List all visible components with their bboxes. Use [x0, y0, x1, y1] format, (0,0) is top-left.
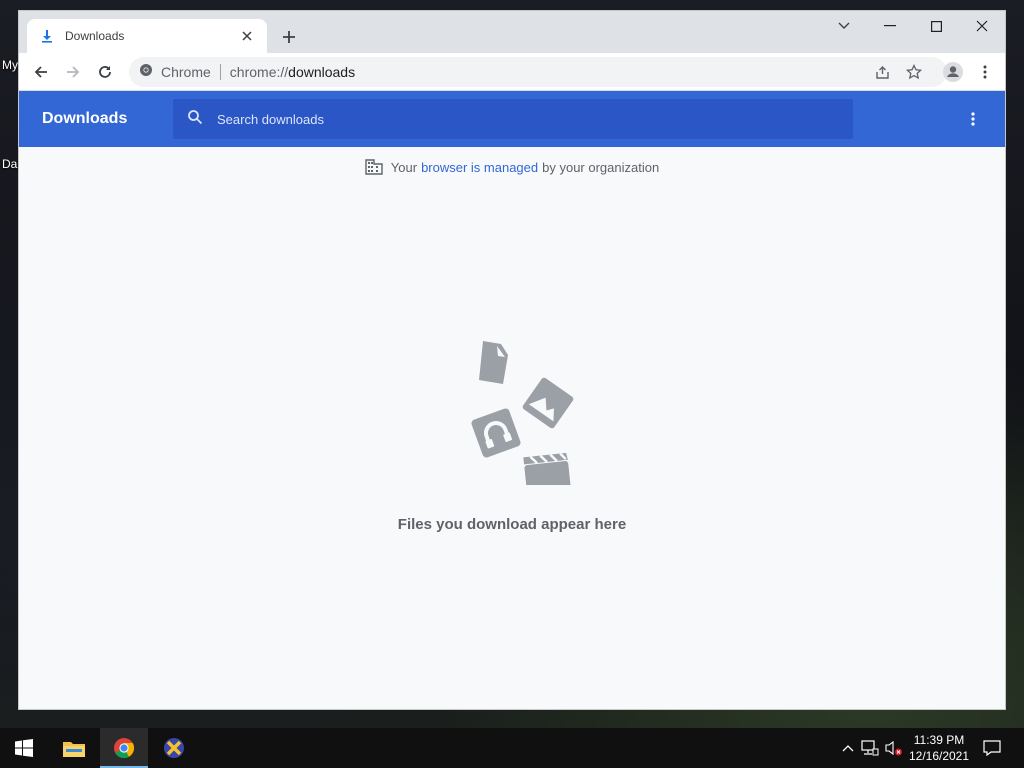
managed-prefix: Your [390, 159, 418, 175]
taskbar-chrome[interactable] [100, 728, 148, 768]
browser-window: Downloads Chrome chrome://downloads Down… [18, 10, 1006, 710]
search-icon [187, 109, 203, 130]
page-title: Downloads [42, 110, 128, 127]
managed-link[interactable]: browser is managed [421, 160, 538, 175]
tab-downloads[interactable]: Downloads [27, 19, 267, 53]
app-icon [164, 738, 184, 758]
building-icon [365, 159, 383, 175]
audio-icon [471, 408, 521, 458]
profile-button[interactable] [939, 58, 967, 86]
close-window-button[interactable] [959, 11, 1005, 41]
chrome-icon [139, 63, 153, 82]
downloads-menu-button[interactable] [961, 107, 985, 131]
bookmark-star-icon[interactable] [901, 59, 927, 85]
back-button[interactable] [27, 58, 55, 86]
title-bar: Downloads [19, 11, 1005, 53]
system-clock[interactable]: 11:39 PM 12/16/2021 [900, 732, 978, 764]
video-icon [523, 452, 571, 485]
reload-button[interactable] [91, 58, 119, 86]
image-icon [522, 377, 574, 429]
clock-date: 12/16/2021 [908, 749, 970, 763]
search-box[interactable] [173, 99, 853, 139]
download-icon [39, 28, 55, 44]
share-icon[interactable] [869, 59, 895, 85]
tab-title: Downloads [65, 29, 125, 43]
minimize-button[interactable] [867, 11, 913, 41]
maximize-button[interactable] [913, 11, 959, 41]
browser-menu-button[interactable] [971, 58, 999, 86]
managed-notice: Your browser is managed by your organiza… [19, 159, 1005, 175]
desktop-icon-label[interactable]: My [2, 58, 18, 72]
clock-time: 11:39 PM [913, 733, 965, 747]
taskbar-app[interactable] [150, 728, 198, 768]
chrome-icon [114, 738, 135, 759]
browser-toolbar: Chrome chrome://downloads [19, 53, 1005, 91]
start-button[interactable] [0, 728, 48, 768]
search-input[interactable] [217, 111, 817, 127]
url-text: chrome://downloads [230, 64, 355, 80]
address-bar[interactable]: Chrome chrome://downloads [129, 57, 947, 87]
tray-chevron-up-icon[interactable] [838, 738, 858, 758]
downloads-header: Downloads [19, 91, 1005, 147]
taskbar: 11:39 PM 12/16/2021 [0, 728, 1024, 768]
separator [219, 64, 221, 80]
empty-message: Files you download appear here [397, 516, 627, 533]
url-path: downloads [288, 64, 356, 80]
folder-icon [63, 742, 85, 757]
document-icon [479, 341, 508, 384]
chevron-down-icon[interactable] [821, 11, 867, 41]
url-scheme: chrome:// [229, 64, 289, 80]
network-icon[interactable] [860, 738, 880, 758]
taskbar-file-explorer[interactable] [50, 728, 98, 768]
notifications-icon[interactable] [982, 738, 1002, 758]
tab-close-icon[interactable] [239, 28, 255, 44]
forward-button[interactable] [59, 58, 87, 86]
new-tab-button[interactable] [277, 25, 301, 49]
site-label: Chrome [161, 64, 211, 80]
managed-suffix: by your organization [542, 159, 660, 175]
windows-icon [15, 739, 33, 757]
desktop-icon-label[interactable]: Da [2, 157, 17, 171]
empty-downloads-illustration [471, 341, 574, 485]
